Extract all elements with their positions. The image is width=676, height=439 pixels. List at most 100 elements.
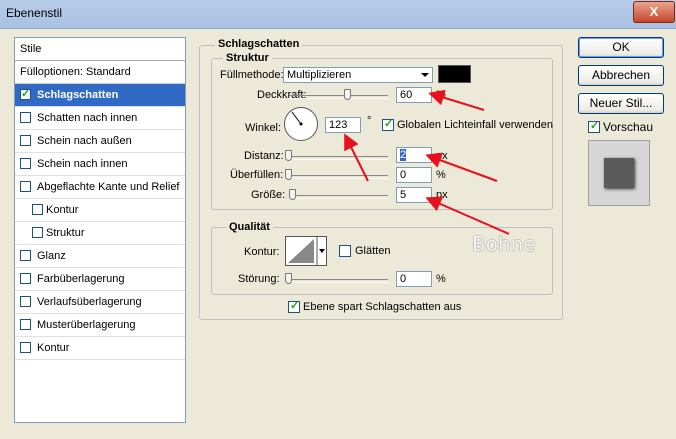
distance-value: 2: [400, 149, 407, 161]
noise-label: Störung:: [238, 273, 280, 285]
preview-box: [588, 140, 650, 206]
opacity-slider-track[interactable]: [289, 95, 388, 99]
style-item-label: Kontur: [46, 204, 79, 216]
distance-slider-thumb[interactable]: [285, 150, 292, 161]
spread-unit: %: [436, 169, 446, 181]
opacity-unit: %: [436, 89, 446, 101]
angle-dial[interactable]: [284, 107, 318, 141]
quality-title: Qualität: [226, 221, 273, 233]
contour-picker[interactable]: [285, 236, 327, 266]
pattern-overlay-checkbox[interactable]: [20, 319, 31, 330]
distance-slider-track[interactable]: [289, 156, 388, 160]
opacity-value: 60: [400, 89, 413, 101]
size-label: Größe:: [251, 189, 286, 201]
distance-label: Distanz:: [244, 150, 284, 162]
style-item-label: Schatten nach innen: [37, 112, 138, 124]
opacity-slider-thumb[interactable]: [344, 89, 351, 100]
style-item-label: Kontur: [37, 342, 70, 354]
preview-label: Vorschau: [603, 120, 654, 134]
style-item-pattern-overlay[interactable]: Musterüberlagerung: [15, 314, 185, 337]
style-item-label: Musterüberlagerung: [37, 319, 136, 331]
gradient-overlay-checkbox[interactable]: [20, 296, 31, 307]
spread-label: Überfüllen:: [230, 169, 284, 181]
fill-options-item[interactable]: Fülloptionen: Standard: [15, 61, 185, 84]
chevron-down-icon: [421, 73, 429, 77]
inner-shadow-checkbox[interactable]: [20, 112, 31, 123]
noise-slider-thumb[interactable]: [285, 273, 292, 284]
distance-unit: px: [436, 150, 448, 162]
style-item-label: Farbüberlagerung: [37, 273, 125, 285]
drop-shadow-title: Schlagschatten: [215, 38, 303, 50]
style-item-label: Verlaufsüberlagerung: [37, 296, 142, 308]
style-item-gradient-overlay[interactable]: Verlaufsüberlagerung: [15, 291, 185, 314]
antialias-label: Glätten: [355, 245, 391, 257]
style-item-drop-shadow[interactable]: Schlagschatten: [15, 83, 185, 107]
ok-button[interactable]: OK: [578, 37, 664, 58]
angle-dial-needle-icon: [291, 111, 303, 126]
size-value: 5: [400, 189, 407, 201]
contour-checkbox[interactable]: [32, 204, 43, 215]
satin-checkbox[interactable]: [20, 250, 31, 261]
style-item-label: Abgeflachte Kante und Relief: [37, 181, 180, 193]
style-item-texture[interactable]: Struktur: [15, 222, 185, 245]
knockout-checkbox[interactable]: [288, 299, 300, 313]
style-item-stroke[interactable]: Kontur: [15, 337, 185, 360]
style-item-satin[interactable]: Glanz: [15, 245, 185, 268]
blend-mode-select[interactable]: Multiplizieren: [283, 67, 433, 83]
inner-glow-checkbox[interactable]: [20, 158, 31, 169]
global-light-label: Globalen Lichteinfall verwenden: [397, 119, 553, 131]
cancel-button[interactable]: Abbrechen: [578, 65, 664, 86]
size-slider-track[interactable]: [289, 195, 388, 199]
angle-value: 123: [329, 119, 348, 131]
color-overlay-checkbox[interactable]: [20, 273, 31, 284]
outer-glow-checkbox[interactable]: [20, 135, 31, 146]
new-style-button[interactable]: Neuer Stil...: [578, 93, 664, 114]
title-bar: Ebenenstil X: [0, 0, 676, 29]
opacity-input[interactable]: 60: [396, 87, 432, 103]
blend-mode-label: Füllmethode:: [220, 69, 284, 81]
close-button[interactable]: X: [633, 1, 675, 23]
style-item-contour[interactable]: Kontur: [15, 199, 185, 222]
noise-unit: %: [436, 273, 446, 285]
drop-shadow-checkbox[interactable]: [20, 83, 31, 105]
contour-label: Kontur:: [244, 246, 280, 258]
style-item-label: Schlagschatten: [37, 89, 119, 101]
watermark-text: Bohne: [472, 232, 536, 256]
shadow-color-swatch[interactable]: [438, 65, 471, 83]
spread-input[interactable]: 0: [396, 167, 432, 183]
noise-value: 0: [400, 273, 407, 285]
preview-checkbox[interactable]: [588, 119, 600, 133]
noise-slider-track[interactable]: [289, 279, 388, 283]
angle-input[interactable]: 123: [325, 117, 361, 133]
style-item-inner-shadow[interactable]: Schatten nach innen: [15, 107, 185, 130]
style-item-inner-glow[interactable]: Schein nach innen: [15, 153, 185, 176]
window-title: Ebenenstil: [6, 6, 63, 20]
spread-slider-thumb[interactable]: [285, 169, 292, 180]
structure-title: Struktur: [223, 52, 272, 64]
style-item-label: Glanz: [37, 250, 66, 262]
style-item-label: Struktur: [46, 227, 85, 239]
style-item-bevel-emboss[interactable]: Abgeflachte Kante und Relief: [15, 176, 185, 199]
spread-slider-track[interactable]: [289, 175, 388, 179]
style-item-color-overlay[interactable]: Farbüberlagerung: [15, 268, 185, 291]
preview-swatch: [604, 158, 634, 188]
contour-curve-icon: [288, 237, 325, 265]
size-input[interactable]: 5: [396, 187, 432, 203]
antialias-checkbox[interactable]: [339, 245, 351, 257]
angle-label: Winkel:: [245, 122, 282, 134]
style-list: Stile Fülloptionen: Standard Schlagschat…: [14, 37, 186, 423]
style-item-outer-glow[interactable]: Schein nach außen: [15, 130, 185, 153]
bevel-emboss-checkbox[interactable]: [20, 181, 31, 192]
stroke-checkbox[interactable]: [20, 342, 31, 353]
style-item-label: Schein nach innen: [37, 158, 128, 170]
noise-input[interactable]: 0: [396, 271, 432, 287]
texture-checkbox[interactable]: [32, 227, 43, 238]
size-unit: px: [436, 189, 448, 201]
distance-input[interactable]: 2: [396, 147, 432, 163]
size-slider-thumb[interactable]: [289, 189, 296, 200]
global-light-checkbox[interactable]: [382, 117, 394, 131]
angle-unit: °: [367, 115, 372, 127]
knockout-label: Ebene spart Schlagschatten aus: [303, 301, 462, 313]
style-list-header[interactable]: Stile: [15, 38, 185, 61]
blend-mode-value: Multiplizieren: [287, 69, 352, 81]
